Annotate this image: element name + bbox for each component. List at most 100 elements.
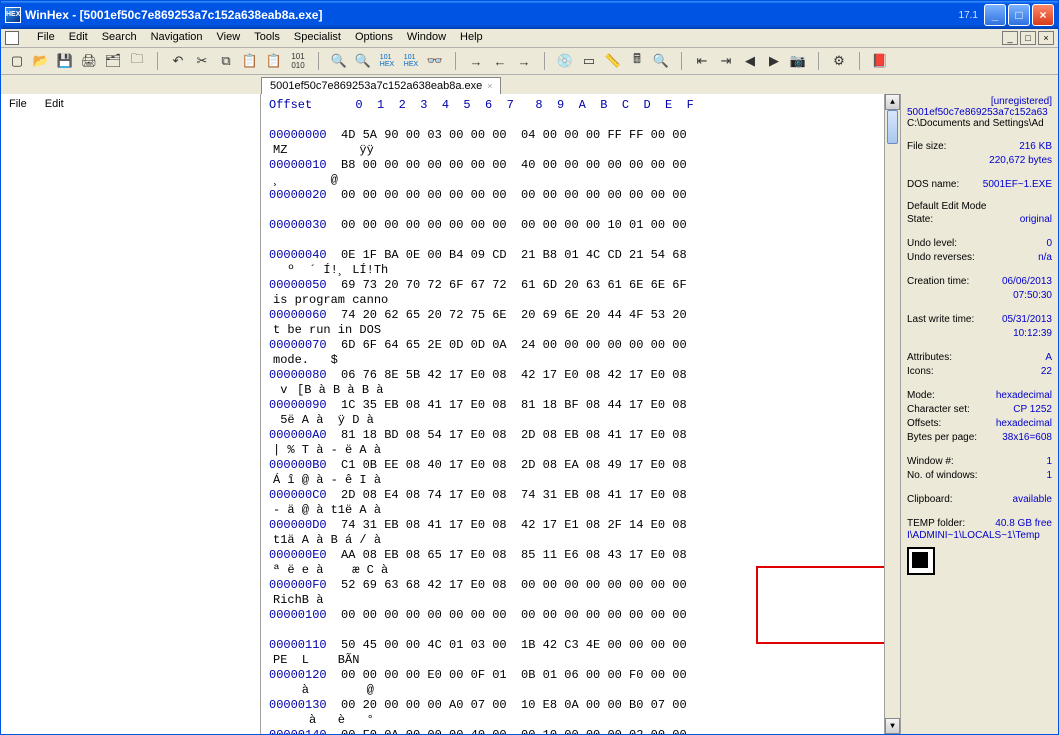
paste-icon[interactable]: 📋 — [264, 51, 284, 71]
hex-cell[interactable]: 52 69 63 68 42 17 E0 08 00 00 00 00 00 0… — [341, 578, 763, 593]
back-icon[interactable]: ← — [490, 51, 510, 71]
hex-cell[interactable]: 2D 08 E4 08 74 17 E0 08 74 31 EB 08 41 1… — [341, 488, 763, 503]
menu-edit[interactable]: Edit — [69, 31, 88, 45]
print-icon[interactable]: 🖨 — [79, 51, 99, 71]
properties-icon[interactable]: 🗂 — [103, 51, 123, 71]
mdi-minimize-button[interactable]: _ — [1002, 31, 1018, 45]
zoom-icon[interactable]: 🔍 — [651, 51, 671, 71]
hex-cell[interactable]: B8 00 00 00 00 00 00 00 40 00 00 00 00 0… — [341, 158, 763, 173]
replace-hex-icon[interactable]: 101HEX — [377, 51, 397, 71]
find-hex-icon[interactable]: 🔍 — [329, 51, 349, 71]
hex-row[interactable]: 0000006074 20 62 65 20 72 75 6E 20 69 6E… — [269, 308, 892, 338]
hex-row[interactable]: 0000011050 45 00 00 4C 01 03 00 1B 42 C3… — [269, 638, 892, 668]
maximize-button[interactable]: □ — [1008, 4, 1030, 26]
copy-icon[interactable]: ⧉ — [216, 51, 236, 71]
scroll-up-icon[interactable]: ▲ — [885, 94, 900, 110]
menu-options[interactable]: Options — [355, 31, 393, 45]
forward-icon[interactable]: → — [514, 51, 534, 71]
menu-navigation[interactable]: Navigation — [151, 31, 203, 45]
camera-icon[interactable]: 📷 — [788, 51, 808, 71]
help-icon[interactable]: 📕 — [870, 51, 890, 71]
hex-row[interactable]: 0000005069 73 20 70 72 6F 67 72 61 6D 20… — [269, 278, 892, 308]
hex-row[interactable]: 0000008006 76 8E 5B 42 17 E0 08 42 17 E0… — [269, 368, 892, 398]
ascii-cell[interactable]: Á î @ à - ê I à — [269, 473, 445, 488]
hex-cell[interactable]: 00 00 00 00 00 00 00 00 00 00 00 00 00 0… — [341, 608, 763, 623]
hex-row[interactable]: 000000A081 18 BD 08 54 17 E0 08 2D 08 EB… — [269, 428, 892, 458]
hex-row[interactable]: 000000B0C1 0B EE 08 40 17 E0 08 2D 08 EA… — [269, 458, 892, 488]
open-icon[interactable]: 📂 — [31, 51, 51, 71]
hex-pane[interactable]: Offset 0 1 2 3 4 5 6 7 8 9 A B C D E F 0… — [261, 94, 900, 734]
scroll-thumb[interactable] — [887, 110, 898, 144]
hex-row[interactable]: 0000013000 20 00 00 00 A0 07 00 10 E8 0A… — [269, 698, 892, 728]
ascii-cell[interactable]: RichB à — [269, 593, 445, 608]
hex-row[interactable]: 000000706D 6F 64 65 2E 0D 0D 0A 24 00 00… — [269, 338, 892, 368]
menu-help[interactable]: Help — [460, 31, 483, 45]
left-menu-edit[interactable]: Edit — [45, 98, 64, 730]
ascii-cell[interactable]: v[B à B à B à — [269, 383, 445, 398]
hex-row[interactable]: 000000004D 5A 90 00 03 00 00 00 04 00 00… — [269, 128, 892, 158]
ascii-cell[interactable]: t1ä A à B á / à — [269, 533, 445, 548]
prev-icon[interactable]: ◀ — [740, 51, 760, 71]
titlebar[interactable]: HEX WinHex - [5001ef50c7e869253a7c152a63… — [1, 1, 1058, 29]
settings-icon[interactable]: ⚙ — [829, 51, 849, 71]
hex-cell[interactable]: 00 F0 0A 00 00 00 40 00 00 10 00 00 00 0… — [341, 728, 763, 734]
ascii-cell[interactable]: ¸ @ — [269, 173, 445, 188]
pos2-icon[interactable]: ⇥ — [716, 51, 736, 71]
menu-view[interactable]: View — [217, 31, 241, 45]
write-icon[interactable]: 101010 — [288, 51, 308, 71]
ascii-cell[interactable]: t be run in DOS — [269, 323, 445, 338]
menu-window[interactable]: Window — [407, 31, 446, 45]
hex-cell[interactable]: C1 0B EE 08 40 17 E0 08 2D 08 EA 08 49 1… — [341, 458, 763, 473]
save-icon[interactable]: 💾 — [55, 51, 75, 71]
calc-icon[interactable]: 🖩 — [627, 51, 647, 71]
hex-row[interactable]: 000000400E 1F BA 0E 00 B4 09 CD 21 B8 01… — [269, 248, 892, 278]
hex-row[interactable]: 00000010B8 00 00 00 00 00 00 00 40 00 00… — [269, 158, 892, 188]
close-button[interactable]: × — [1032, 4, 1054, 26]
ascii-cell[interactable]: | % T à - ë A à — [269, 443, 445, 458]
ascii-cell[interactable]: ª ë e à æ C à — [269, 563, 445, 578]
pos1-icon[interactable]: ⇤ — [692, 51, 712, 71]
ruler-icon[interactable]: 📏 — [603, 51, 623, 71]
mdi-restore-button[interactable]: □ — [1020, 31, 1036, 45]
replace-text-icon[interactable]: 101HEX — [401, 51, 421, 71]
hex-row[interactable]: 000000E0AA 08 EB 08 65 17 E0 08 85 11 E6… — [269, 548, 892, 578]
hex-cell[interactable]: 50 45 00 00 4C 01 03 00 1B 42 C3 4E 00 0… — [341, 638, 763, 653]
disk-icon[interactable]: 💿 — [555, 51, 575, 71]
hex-row[interactable]: 0000014000 F0 0A 00 00 00 40 00 00 10 00… — [269, 728, 892, 734]
mdi-close-button[interactable]: × — [1038, 31, 1054, 45]
hex-cell[interactable]: AA 08 EB 08 65 17 E0 08 85 11 E6 08 43 1… — [341, 548, 763, 563]
hex-cell[interactable]: 69 73 20 70 72 6F 67 72 61 6D 20 63 61 6… — [341, 278, 763, 293]
hex-row[interactable]: 0000012000 00 00 00 E0 00 0F 01 0B 01 06… — [269, 668, 892, 698]
cut-icon[interactable]: ✂ — [192, 51, 212, 71]
ascii-cell[interactable]: 5ë A à ÿ D à — [269, 413, 445, 428]
minimize-button[interactable]: _ — [984, 4, 1006, 26]
new-icon[interactable]: ▢ — [7, 51, 27, 71]
menu-search[interactable]: Search — [102, 31, 137, 45]
ascii-cell[interactable]: MZ ÿÿ — [269, 143, 445, 158]
folder-icon[interactable]: 🗀 — [127, 51, 147, 71]
hex-row[interactable]: 0000010000 00 00 00 00 00 00 00 00 00 00… — [269, 608, 892, 638]
scroll-down-icon[interactable]: ▼ — [885, 718, 900, 734]
binoculars-icon[interactable]: 👓 — [425, 51, 445, 71]
menu-tools[interactable]: Tools — [254, 31, 280, 45]
undo-icon[interactable]: ↶ — [168, 51, 188, 71]
hex-row[interactable]: 0000002000 00 00 00 00 00 00 00 00 00 00… — [269, 188, 892, 218]
tab-close-icon[interactable]: × — [487, 81, 497, 91]
ascii-cell[interactable]: mode. $ — [269, 353, 445, 368]
hex-cell[interactable]: 00 20 00 00 00 A0 07 00 10 E8 0A 00 00 B… — [341, 698, 763, 713]
left-menu-file[interactable]: File — [9, 98, 27, 730]
hex-row[interactable]: 0000003000 00 00 00 00 00 00 00 00 00 00… — [269, 218, 892, 248]
goto-icon[interactable]: → — [466, 51, 486, 71]
hex-cell[interactable]: 74 31 EB 08 41 17 E0 08 42 17 E1 08 2F 1… — [341, 518, 763, 533]
ascii-cell[interactable] — [269, 203, 445, 218]
unregistered-label[interactable]: [unregistered] — [907, 96, 1052, 107]
ram-icon[interactable]: ▭ — [579, 51, 599, 71]
find-text-icon[interactable]: 🔍 — [353, 51, 373, 71]
ascii-cell[interactable]: PE L BÃN — [269, 653, 445, 668]
hex-cell[interactable]: 06 76 8E 5B 42 17 E0 08 42 17 E0 08 42 1… — [341, 368, 763, 383]
hex-cell[interactable]: 81 18 BD 08 54 17 E0 08 2D 08 EB 08 41 1… — [341, 428, 763, 443]
ascii-cell[interactable]: is program canno — [269, 293, 445, 308]
hex-row[interactable]: 000000D074 31 EB 08 41 17 E0 08 42 17 E1… — [269, 518, 892, 548]
hex-cell[interactable]: 00 00 00 00 00 00 00 00 00 00 00 00 00 0… — [341, 188, 763, 203]
next-icon[interactable]: ▶ — [764, 51, 784, 71]
